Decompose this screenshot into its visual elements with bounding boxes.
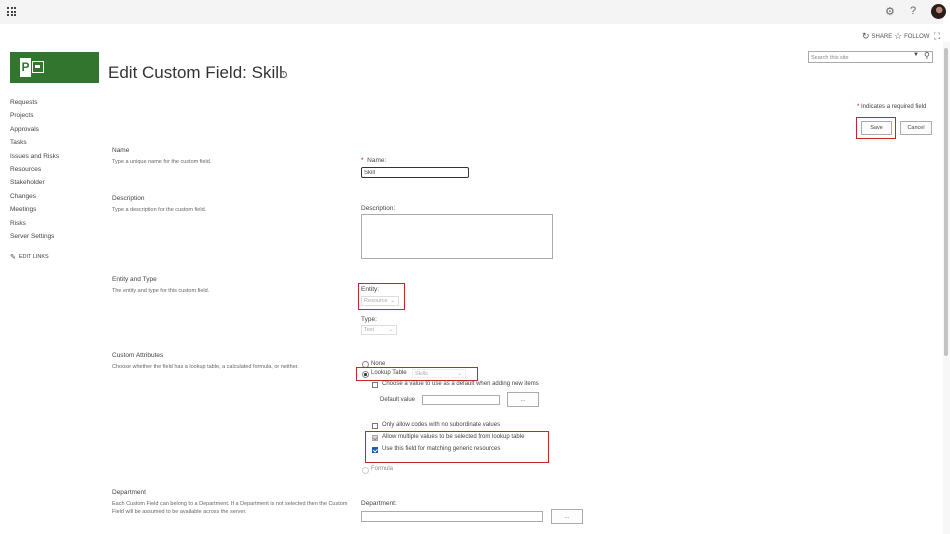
default-value-browse-button[interactable]: ... <box>507 392 539 407</box>
nav-item-approvals[interactable]: Approvals <box>10 126 39 133</box>
description-label: Description: <box>361 205 396 212</box>
nav-item-risks[interactable]: Risks <box>10 220 26 227</box>
default-value-input[interactable] <box>422 395 500 405</box>
name-input[interactable] <box>361 167 469 178</box>
pencil-icon: ✎ <box>10 254 16 261</box>
entity-value: Resource <box>364 298 388 304</box>
only-codes-label: Only allow codes with no subordinate val… <box>382 422 501 428</box>
search-icon[interactable]: ⚲ <box>924 51 930 60</box>
logo-letter: P <box>20 58 31 77</box>
nav-item-projects[interactable]: Projects <box>10 112 33 119</box>
section-title-entity-type: Entity and Type <box>112 276 157 283</box>
required-note-text: Indicates a required field <box>859 104 927 110</box>
chevron-down-icon: ⌄ <box>390 298 395 304</box>
name-label: * Name: <box>361 157 386 164</box>
section-desc-custom-attributes: Choose whether the field has a lookup ta… <box>112 364 299 370</box>
section-title-department: Department <box>112 489 146 496</box>
focus-button[interactable]: ⛶ <box>934 31 940 42</box>
lookup-table-radio[interactable] <box>362 371 369 378</box>
chevron-down-icon: ⌄ <box>457 371 462 377</box>
lookup-table-select[interactable]: Skills ⌄ <box>412 369 466 378</box>
waffle-icon[interactable] <box>7 7 16 16</box>
share-button[interactable]: ↻ SHARE <box>862 31 892 42</box>
star-icon: ☆ <box>894 31 903 41</box>
search-box[interactable]: ▼ ⚲ <box>808 51 933 63</box>
logo-mark <box>32 61 44 73</box>
section-title-description: Description <box>112 195 145 202</box>
section-title-custom-attributes: Custom Attributes <box>112 352 164 359</box>
generic-resources-label: Use this field for matching generic reso… <box>382 446 501 452</box>
department-browse-button[interactable]: ... <box>551 509 583 524</box>
chevron-down-icon: ⌄ <box>388 327 393 333</box>
nav-item-stakeholder[interactable]: Stakeholder <box>10 179 45 186</box>
required-note: * Indicates a required field <box>857 104 926 110</box>
required-star: * <box>361 157 364 164</box>
question-icon[interactable]: ? <box>910 5 916 17</box>
section-title-name: Name <box>112 147 130 154</box>
name-label-text: Name: <box>367 157 387 164</box>
description-textarea[interactable] <box>361 214 553 259</box>
save-button[interactable]: Save <box>861 121 892 135</box>
info-icon[interactable]: i <box>280 71 287 78</box>
project-logo[interactable]: P <box>10 52 99 83</box>
follow-button[interactable]: ☆ FOLLOW <box>894 31 929 42</box>
only-codes-checkbox[interactable] <box>372 423 378 429</box>
entity-select: Resource ⌄ <box>361 296 399 306</box>
nav-item-changes[interactable]: Changes <box>10 193 36 200</box>
nav-item-requests[interactable]: Requests <box>10 99 37 106</box>
formula-label: Formula <box>371 466 394 472</box>
nav-item-issues-risks[interactable]: Issues and Risks <box>10 153 59 160</box>
formula-radio[interactable] <box>362 467 369 474</box>
entity-label: Entity: <box>361 286 380 293</box>
share-icon: ↻ <box>862 31 870 41</box>
section-desc-department: Each Custom Field can belong to a Depart… <box>112 501 348 515</box>
department-input[interactable] <box>361 511 543 522</box>
section-desc-description: Type a description for the custom field. <box>112 207 207 213</box>
edit-links-button[interactable]: ✎ EDIT LINKS <box>10 253 49 261</box>
scrollbar-thumb[interactable] <box>944 48 948 356</box>
suite-bar: ⚙ ? <box>0 0 946 24</box>
edit-links-label: EDIT LINKS <box>18 254 49 260</box>
type-value: Text <box>364 327 375 333</box>
share-label: SHARE <box>871 33 893 40</box>
focus-icon: ⛶ <box>934 31 941 41</box>
default-value-label: Default value <box>380 397 416 403</box>
follow-label: FOLLOW <box>904 33 930 40</box>
allow-multiple-checkbox[interactable] <box>372 435 378 441</box>
lookup-table-label: Lookup Table <box>371 370 407 376</box>
nav-item-resources[interactable]: Resources <box>10 166 41 173</box>
default-value-checkbox[interactable] <box>372 382 378 388</box>
nav-item-meetings[interactable]: Meetings <box>10 206 36 213</box>
generic-resources-checkbox[interactable] <box>372 447 378 453</box>
department-label: Department: <box>361 500 397 507</box>
type-select: Text ⌄ <box>361 325 397 335</box>
chevron-down-icon[interactable]: ▼ <box>913 52 919 58</box>
allow-multiple-label: Allow multiple values to be selected fro… <box>382 434 525 440</box>
gear-icon[interactable]: ⚙ <box>885 5 895 18</box>
nav-item-server-settings[interactable]: Server Settings <box>10 233 54 240</box>
section-desc-entity-type: The entity and type for this custom fiel… <box>112 288 210 294</box>
lookup-table-value: Skills <box>415 371 428 377</box>
type-label: Type: <box>361 316 377 323</box>
search-input[interactable] <box>811 53 907 62</box>
page-title: Edit Custom Field: Skill <box>108 63 283 82</box>
nav-item-tasks[interactable]: Tasks <box>10 139 27 146</box>
avatar[interactable] <box>931 4 946 19</box>
cancel-button[interactable]: Cancel <box>900 121 932 135</box>
default-value-checkbox-label: Choose a value to use as a default when … <box>382 381 539 387</box>
section-desc-name: Type a unique name for the custom field. <box>112 159 212 165</box>
